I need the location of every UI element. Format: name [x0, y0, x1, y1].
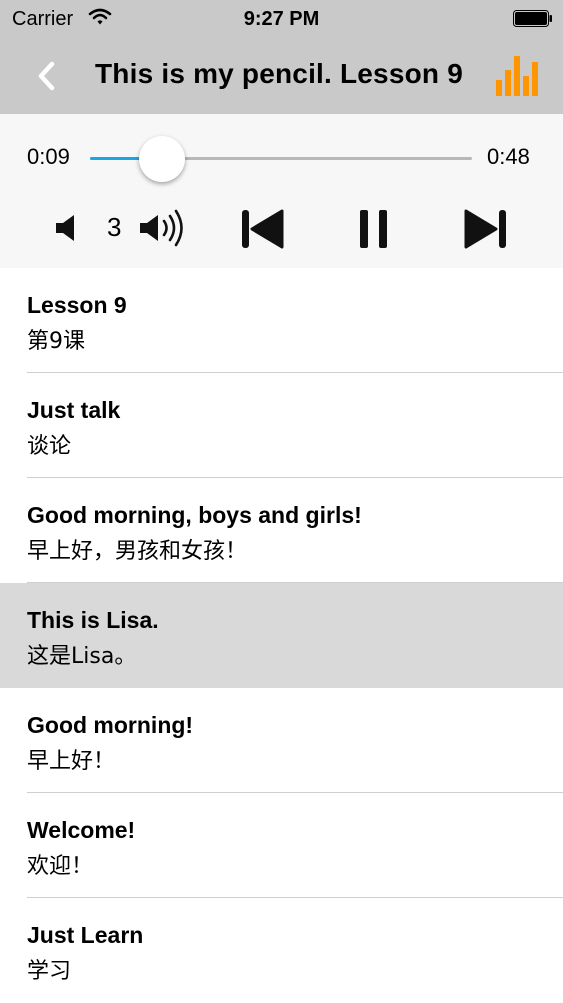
- list-item-chinese: 早上好！: [27, 749, 116, 774]
- list-item[interactable]: Just talk 谈论: [0, 373, 563, 478]
- status-time: 9:27 PM: [243, 8, 320, 30]
- list-item-english: Welcome!: [27, 817, 136, 843]
- list-item-chinese: 欢迎！: [27, 854, 94, 879]
- list-item-english: This is Lisa.: [27, 607, 159, 633]
- volume-level: 3: [107, 212, 122, 242]
- page-title: This is my pencil. Lesson 9: [95, 58, 463, 89]
- list-item-chinese: 这是Lisa。: [27, 644, 137, 669]
- list-item-english: Just Learn: [27, 922, 144, 948]
- list-item[interactable]: Good morning, boys and girls! 早上好，男孩和女孩！: [0, 478, 563, 583]
- volume-down-icon[interactable]: [54, 212, 82, 244]
- lesson-list: Lesson 9 第9课 Just talk 谈论 Good morning, …: [0, 268, 563, 1003]
- list-item-chinese: 第9课: [27, 329, 85, 354]
- list-item[interactable]: Good morning! 早上好！: [0, 688, 563, 793]
- list-item[interactable]: Welcome! 欢迎！: [0, 793, 563, 898]
- list-item-english: Lesson 9: [27, 292, 127, 318]
- list-item[interactable]: Just Learn 学习: [0, 898, 563, 1003]
- list-item-chinese: 早上好，男孩和女孩！: [27, 539, 248, 564]
- audio-player: 0:09 0:48 3: [0, 114, 563, 268]
- list-item[interactable]: This is Lisa. 这是Lisa。: [0, 583, 563, 688]
- skip-previous-icon[interactable]: [240, 208, 286, 250]
- volume-up-icon[interactable]: [138, 208, 190, 248]
- skip-next-icon[interactable]: [462, 208, 508, 250]
- list-item-english: Good morning!: [27, 712, 194, 738]
- pause-icon[interactable]: [358, 209, 390, 249]
- navigation-bar: This is my pencil. Lesson 9: [0, 38, 563, 114]
- slider-thumb[interactable]: [138, 136, 185, 182]
- list-item[interactable]: Lesson 9 第9课: [0, 268, 563, 373]
- list-item-english: Just talk: [27, 397, 121, 423]
- chevron-left-icon: [38, 61, 55, 91]
- status-bar: Carrier 9:27 PM: [0, 0, 563, 38]
- equalizer-icon: [496, 56, 538, 96]
- list-item-english: Good morning, boys and girls!: [27, 502, 362, 528]
- back-button[interactable]: [30, 58, 66, 94]
- list-item-chinese: 学习: [27, 959, 72, 984]
- equalizer-button[interactable]: [493, 52, 539, 98]
- progress-slider[interactable]: [90, 136, 472, 182]
- total-time: 0:48: [487, 144, 530, 169]
- current-time: 0:09: [27, 144, 70, 169]
- battery-icon: [513, 10, 552, 27]
- list-item-chinese: 谈论: [27, 434, 72, 459]
